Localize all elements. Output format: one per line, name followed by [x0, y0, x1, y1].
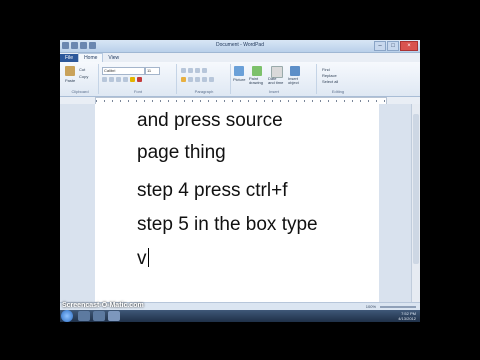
insert-object-button[interactable]: Insert object [288, 77, 304, 85]
window-controls: – □ × [374, 41, 418, 51]
editing-group: Find Replace Select all Editing [318, 64, 358, 94]
tab-view[interactable]: View [103, 54, 124, 62]
document-page[interactable]: and press source page thing step 4 press… [95, 104, 379, 302]
ruler-ticks [96, 100, 386, 102]
font-group: Calibri 11 Font [100, 64, 177, 94]
cut-button[interactable]: Cut [79, 67, 85, 72]
explorer-icon[interactable] [93, 311, 105, 321]
editing-group-label: Editing [331, 89, 345, 94]
close-button[interactable]: × [400, 41, 418, 51]
bold-icon[interactable] [102, 77, 107, 82]
highlight-icon[interactable] [130, 77, 135, 82]
scroll-thumb[interactable] [413, 114, 419, 264]
underline-icon[interactable] [116, 77, 121, 82]
text-cursor [147, 248, 149, 267]
desktop-screen: Document - WordPad – □ × File Home View … [60, 40, 420, 322]
zoom-level: 100% [365, 304, 376, 309]
clipboard-group-label: Clipboard [71, 89, 89, 94]
tab-home[interactable]: Home [78, 53, 104, 62]
title-bar: Document - WordPad – □ × [60, 40, 420, 53]
font-family-select[interactable]: Calibri [102, 67, 145, 75]
paint-drawing-button[interactable]: Paint drawing [249, 77, 265, 85]
window-title: Document - WordPad [216, 42, 264, 48]
picture-button[interactable]: Picture [233, 77, 245, 82]
document-area: and press source page thing step 4 press… [60, 104, 412, 302]
document-line: step 4 press ctrl+f [137, 180, 288, 201]
paste-label[interactable]: Paste [65, 78, 75, 83]
paste-icon[interactable] [65, 66, 75, 76]
picture-icon[interactable] [234, 66, 244, 76]
document-line-current: v [137, 248, 149, 270]
copy-button[interactable]: Copy [79, 74, 88, 79]
clock-date: 4/13/2012 [398, 316, 416, 321]
insert-group-label: Insert [268, 89, 279, 94]
ribbon: Paste Cut Copy Clipboard Calibri 11 Font [60, 62, 420, 97]
vertical-scrollbar[interactable] [411, 104, 420, 302]
document-line: page thing [137, 142, 226, 163]
select-all-button[interactable]: Select all [322, 79, 338, 84]
font-size-select[interactable]: 11 [145, 67, 160, 75]
start-button[interactable] [61, 310, 73, 322]
increase-indent-icon[interactable] [188, 68, 193, 73]
current-line-text: v [137, 248, 147, 269]
decrease-indent-icon[interactable] [181, 68, 186, 73]
wordpad-task-icon[interactable] [108, 311, 120, 321]
taskbar: 7:52 PM 4/13/2012 [60, 310, 420, 322]
watermark: Screencast-O-Matic.com [62, 302, 144, 309]
maximize-button[interactable]: □ [387, 41, 399, 51]
align-center-icon[interactable] [188, 77, 193, 82]
strikethrough-icon[interactable] [123, 77, 128, 82]
align-left-icon[interactable] [181, 77, 186, 82]
zoom-slider[interactable] [380, 306, 416, 308]
align-right-icon[interactable] [195, 77, 200, 82]
clipboard-group: Paste Cut Copy Clipboard [62, 64, 99, 94]
ribbon-tabs: File Home View [60, 53, 420, 62]
paragraph-icon[interactable] [209, 77, 214, 82]
italic-icon[interactable] [109, 77, 114, 82]
replace-button[interactable]: Replace [322, 73, 337, 78]
insert-group: Picture Paint drawing Date and time Inse… [232, 64, 317, 94]
minimize-button[interactable]: – [374, 41, 386, 51]
tab-file[interactable]: File [60, 54, 79, 62]
paragraph-group-label: Paragraph [194, 89, 214, 94]
document-line: step 5 in the box type [137, 214, 318, 235]
find-button[interactable]: Find [322, 67, 330, 72]
list-icon[interactable] [195, 68, 200, 73]
ie-icon[interactable] [78, 311, 90, 321]
document-line: and press source [137, 110, 283, 131]
font-group-label: Font [133, 89, 142, 94]
paint-drawing-icon[interactable] [252, 66, 262, 76]
insert-object-icon[interactable] [290, 66, 300, 76]
font-color-icon[interactable] [137, 77, 142, 82]
date-time-button[interactable]: Date and time [268, 77, 284, 85]
paragraph-group: Paragraph [178, 64, 231, 94]
clock[interactable]: 7:52 PM 4/13/2012 [398, 311, 416, 321]
line-spacing-icon[interactable] [202, 68, 207, 73]
justify-icon[interactable] [202, 77, 207, 82]
